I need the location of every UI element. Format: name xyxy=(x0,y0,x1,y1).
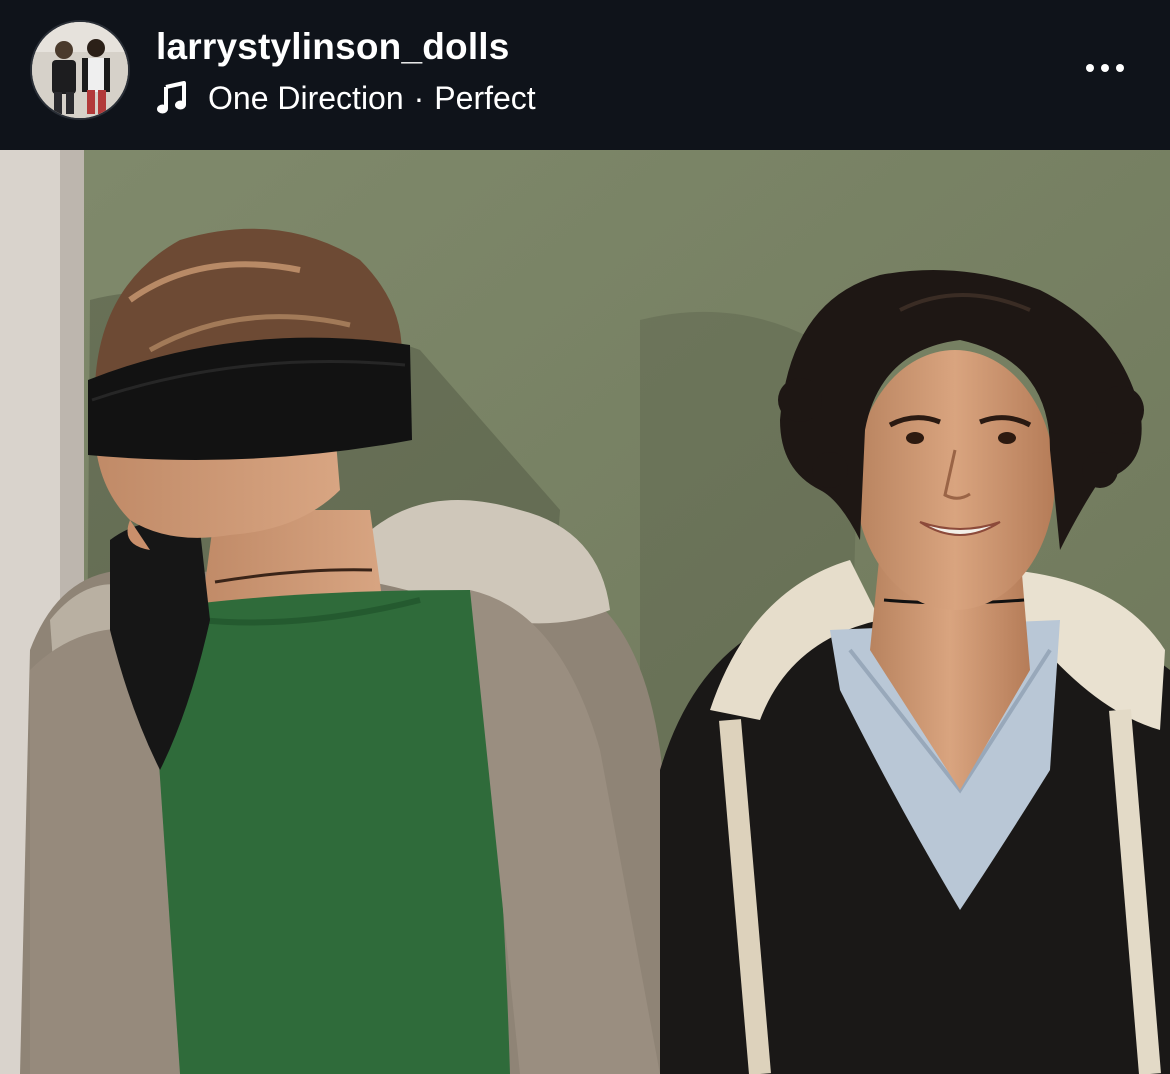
more-options-icon xyxy=(1086,64,1094,72)
profile-avatar-icon xyxy=(32,22,128,118)
music-song: Perfect xyxy=(434,79,536,116)
post-photo[interactable] xyxy=(0,150,1170,1074)
post-header: larrystylinson_dolls One Direction · Per… xyxy=(0,0,1170,150)
more-options-icon-dot xyxy=(1101,64,1109,72)
more-options-button[interactable] xyxy=(1070,40,1140,96)
username-link[interactable]: larrystylinson_dolls xyxy=(156,26,510,68)
more-options-icon-dot xyxy=(1116,64,1124,72)
music-separator: · xyxy=(413,79,425,116)
music-attribution[interactable]: One Direction · Perfect xyxy=(156,78,536,118)
music-note-icon xyxy=(157,81,186,114)
profile-avatar[interactable] xyxy=(32,22,128,118)
photo-illustration xyxy=(0,150,1170,1074)
music-artist: One Direction xyxy=(208,79,404,116)
